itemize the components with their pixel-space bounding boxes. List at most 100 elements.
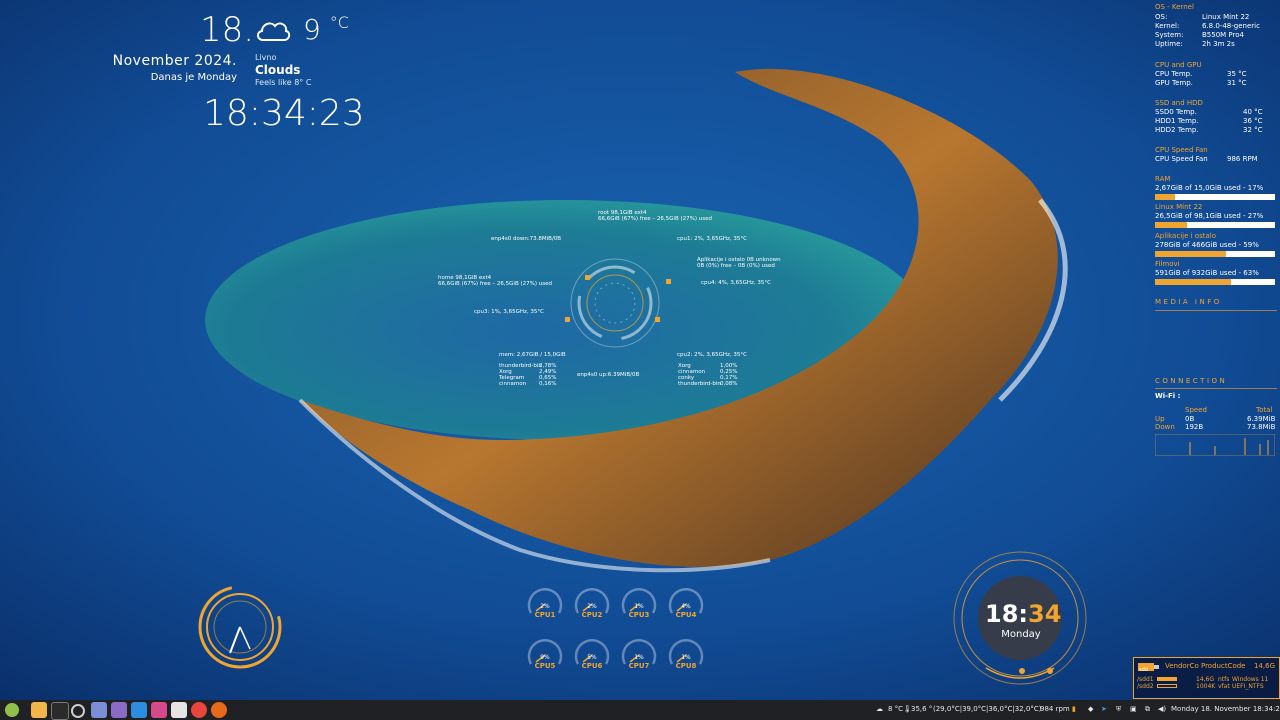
- gauge-label: CPU8: [675, 662, 697, 670]
- date-weekday-text: Danas je Monday: [150, 72, 237, 83]
- disk2-usage-text: 278GiB of 466GiB used - 59%: [1155, 241, 1259, 249]
- cpu-gauge: 2% CPU1: [526, 585, 564, 625]
- ring-net-down: enp4s0 down:73.8MiB/0B: [491, 236, 562, 242]
- disk3-usage-text: 591GiB of 932GiB used - 63%: [1155, 269, 1259, 277]
- gauge-percent: 2%: [587, 603, 597, 610]
- ring-apps-detail: 0B (0%) free – 0B (0%) used: [697, 263, 775, 269]
- part-size: 1004K: [1196, 683, 1216, 690]
- usb-part-row: /sdd2 1004K vfat UEFI_NTFS: [1137, 683, 1277, 691]
- ram-usage-text: 2,67GiB of 15,0GiB used - 17%: [1155, 184, 1264, 192]
- proc-value: 0,16%: [539, 381, 557, 387]
- media-info-title: MEDIA INFO: [1155, 298, 1222, 306]
- row-key: Uptime:: [1155, 40, 1183, 48]
- gauge-percent: 2%: [540, 603, 550, 610]
- digital-clock: 18:34:23: [203, 93, 365, 134]
- shield-icon[interactable]: ⛨: [1116, 705, 1121, 714]
- gauge-percent: 1%: [634, 603, 644, 610]
- date-month-year: November 2024.: [112, 53, 237, 69]
- row-key: HDD2 Temp.: [1155, 126, 1199, 134]
- terminal-icon[interactable]: [51, 702, 69, 720]
- ring-cpu2: cpu2: 2%, 3,65GHz, 35°C: [677, 352, 747, 358]
- cpu-gauge: 1% CPU7: [620, 636, 658, 676]
- proc-name: thunderbird-bin: [678, 381, 721, 387]
- ring-cpu4: cpu4: 4%, 3,65GHz, 35°C: [701, 280, 771, 286]
- telegram-icon[interactable]: ➤: [1101, 705, 1107, 713]
- update-icon[interactable]: ▣: [1130, 705, 1137, 713]
- net-down-key: Down: [1155, 423, 1175, 431]
- clock-separator: :: [1018, 600, 1029, 628]
- row-value: 986 RPM: [1227, 155, 1258, 163]
- gauge-percent: 1%: [634, 654, 644, 661]
- os-kernel-title: OS - Kernel: [1155, 3, 1194, 11]
- cloud-tray-icon: ☁: [876, 705, 883, 713]
- gauge-label: CPU1: [534, 611, 556, 619]
- disk1-bar-fill: [1155, 222, 1188, 228]
- volume-icon[interactable]: ◀): [1158, 705, 1166, 713]
- gauge-label: CPU2: [581, 611, 603, 619]
- tray-fan[interactable]: 984 rpm: [1040, 705, 1070, 713]
- cpu-gauge: 5% CPU6: [573, 636, 611, 676]
- proc-value: 0,08%: [720, 381, 738, 387]
- ring-mem: mem: 2,67GiB / 15,0GiB: [499, 352, 566, 358]
- ring-cpu1: cpu1: 2%, 3,65GHz, 35°C: [677, 236, 747, 242]
- disk3-bar-fill: [1155, 279, 1231, 285]
- cpu-gauge: 2% CPU2: [573, 585, 611, 625]
- date-day: 18.: [200, 10, 255, 50]
- usb-disk-widget: sdd VendorCo ProductCode 14,6G /sdd1 14,…: [1133, 657, 1280, 699]
- clock-hours: 18: [985, 600, 1019, 628]
- gauge-label: CPU4: [675, 611, 697, 619]
- ram-bar: [1155, 194, 1275, 200]
- tray-app-icon[interactable]: ◆: [1088, 705, 1093, 713]
- row-key: GPU Temp.: [1155, 79, 1193, 87]
- wifi-text: Wi-Fi :: [1155, 392, 1181, 400]
- tray-cpu-temp[interactable]: 35,6 °: [911, 705, 932, 713]
- gauge-label: CPU6: [581, 662, 603, 670]
- gauge-label: CPU7: [628, 662, 650, 670]
- office-icon[interactable]: [151, 702, 167, 718]
- tray-datetime[interactable]: Monday 18. November 18:34:24: [1171, 705, 1280, 713]
- firefox-icon[interactable]: [211, 702, 227, 718]
- taskbar: ☁ 8 °C 🌡 35,6 ° (29,0°C|39,0°C|36,0°C|32…: [0, 700, 1280, 720]
- weather-condition: Clouds: [255, 63, 301, 77]
- usb-disk-title: VendorCo ProductCode: [1165, 662, 1246, 670]
- tray-weather[interactable]: 8 °C: [888, 705, 903, 713]
- part-fs: vfat: [1218, 683, 1230, 690]
- clock-minutes: 34: [1028, 600, 1062, 628]
- clock-widget-weekday: Monday: [1001, 629, 1041, 640]
- ring-home-detail: 66,6GiB (67%) free – 26,5GiB (27%) used: [438, 281, 552, 287]
- media-divider: [1155, 310, 1277, 311]
- mail-icon[interactable]: [91, 702, 107, 718]
- net-down-total: 73.8MiB: [1247, 423, 1276, 431]
- net-down-speed: 192B: [1185, 423, 1204, 431]
- mint-menu-icon[interactable]: [5, 703, 19, 717]
- gauge-percent: 9%: [540, 654, 550, 661]
- desktop: 18. November 2024. Danas je Monday 9 °C …: [0, 0, 1280, 700]
- notes-icon[interactable]: [111, 702, 127, 718]
- chrome-icon[interactable]: [191, 702, 207, 718]
- part-dev: /sdd1: [1137, 676, 1154, 683]
- proc-row: thunderbird-bin 0,08%: [678, 381, 738, 387]
- editor-icon[interactable]: [171, 702, 187, 718]
- part-fs: ntfs: [1218, 676, 1230, 683]
- clock-widget-time: 18:34: [985, 600, 1061, 628]
- network-icon[interactable]: ⧉: [1145, 705, 1150, 714]
- writer-icon[interactable]: [131, 702, 147, 718]
- analog-clock: [198, 585, 282, 669]
- gauge-percent: 5%: [587, 654, 597, 661]
- usb-icon-label: sdd: [1139, 667, 1148, 673]
- files-icon[interactable]: [31, 702, 47, 718]
- part-size: 14,6G: [1196, 676, 1215, 683]
- ring-net-up: enp4s0 up:6.39MiB/0B: [577, 372, 640, 378]
- tray-temps[interactable]: (29,0°C|39,0°C|36,0°C|32,0°C): [933, 705, 1041, 713]
- stats-icon[interactable]: ▮: [1072, 705, 1076, 713]
- timeshift-icon[interactable]: [71, 704, 85, 718]
- gauge-percent: 4%: [681, 603, 691, 610]
- part-bar: [1157, 677, 1177, 681]
- weather-location: Livno: [255, 53, 277, 62]
- disk2-bar: [1155, 251, 1275, 257]
- usb-disk-size: 14,6G: [1254, 662, 1276, 670]
- ring-procs-right: Xorg 1,00% cinnamon 0,25% conky 0,17% thund…: [678, 363, 738, 387]
- part-label: UEFI_NTFS: [1232, 683, 1264, 690]
- connection-title: CONNECTION: [1155, 377, 1228, 385]
- proc-row: cinnamon 0,16%: [499, 381, 557, 387]
